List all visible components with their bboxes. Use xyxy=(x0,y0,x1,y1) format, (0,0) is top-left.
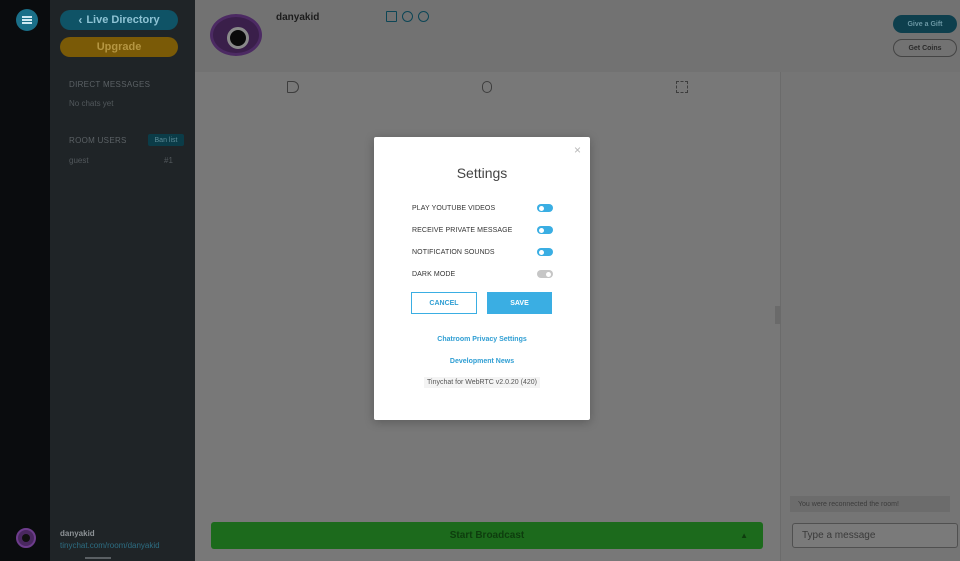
get-coins-button[interactable]: Get Coins xyxy=(893,39,957,57)
cancel-button[interactable]: CANCEL xyxy=(411,292,477,314)
message-input[interactable] xyxy=(792,523,958,548)
privacy-settings-link[interactable]: Chatroom Privacy Settings xyxy=(374,336,590,343)
chat-collapse-handle[interactable] xyxy=(775,306,781,324)
no-chats-text: No chats yet xyxy=(69,99,114,108)
live-directory-label: Live Directory xyxy=(86,14,160,26)
settings-modal: × Settings PLAY YOUTUBE VIDEOS RECEIVE P… xyxy=(374,137,590,420)
info-icon[interactable] xyxy=(418,11,429,22)
top-bar: danyakid Give a Gift Get Coins xyxy=(195,0,960,72)
current-username: danyakid xyxy=(60,529,95,538)
chevron-left-icon: ‹ xyxy=(78,13,83,27)
sidebar-scrollbar[interactable] xyxy=(85,557,111,559)
option-notification-sounds: NOTIFICATION SOUNDS xyxy=(412,245,553,259)
modal-title: Settings xyxy=(456,165,508,181)
close-icon[interactable]: × xyxy=(574,143,581,157)
give-gift-button[interactable]: Give a Gift xyxy=(893,15,957,33)
speaker-icon[interactable] xyxy=(287,81,299,93)
ban-list-button[interactable]: Ban list xyxy=(148,134,184,146)
caret-up-icon[interactable]: ▲ xyxy=(740,531,748,540)
option-dark-mode: DARK MODE xyxy=(412,267,553,281)
left-rail xyxy=(0,0,50,561)
guest-label[interactable]: guest xyxy=(69,156,89,165)
start-broadcast-button[interactable]: Start Broadcast ▲ xyxy=(211,522,763,549)
option-label: NOTIFICATION SOUNDS xyxy=(412,248,495,256)
guest-count: #1 xyxy=(164,156,173,165)
option-label: RECEIVE PRIVATE MESSAGE xyxy=(412,226,513,234)
start-broadcast-label: Start Broadcast xyxy=(449,530,525,541)
fullscreen-icon[interactable] xyxy=(676,81,688,93)
chat-panel: You were reconnected the room! xyxy=(775,72,960,561)
menu-icon[interactable] xyxy=(16,9,38,31)
option-label: PLAY YOUTUBE VIDEOS xyxy=(412,204,496,212)
room-link[interactable]: tinychat.com/room/danyakid xyxy=(60,541,160,550)
youtube-toggle[interactable] xyxy=(537,204,553,212)
sidebar: ‹ Live Directory Upgrade DIRECT MESSAGES… xyxy=(50,0,195,561)
private-message-toggle[interactable] xyxy=(537,226,553,234)
notification-sounds-toggle[interactable] xyxy=(537,248,553,256)
option-label: DARK MODE xyxy=(412,270,456,278)
chat-notice: You were reconnected the room! xyxy=(790,496,950,512)
version-label: Tinychat for WebRTC v2.0.20 (420) xyxy=(424,377,540,388)
option-private-message: RECEIVE PRIVATE MESSAGE xyxy=(412,223,553,237)
user-avatar[interactable] xyxy=(16,528,36,548)
save-button[interactable]: SAVE xyxy=(487,292,552,314)
direct-messages-heading: DIRECT MESSAGES xyxy=(69,80,151,89)
live-directory-button[interactable]: ‹ Live Directory xyxy=(60,10,178,30)
share-icon[interactable] xyxy=(386,11,397,22)
broadcaster-name: danyakid xyxy=(276,12,320,23)
room-users-heading: ROOM USERS xyxy=(69,136,127,145)
development-news-link[interactable]: Development News xyxy=(374,358,590,365)
gear-icon[interactable] xyxy=(402,11,413,22)
upgrade-button[interactable]: Upgrade xyxy=(60,37,178,57)
version-text: Tinychat for WebRTC v2.0.20 (420) xyxy=(374,377,590,388)
microphone-icon[interactable] xyxy=(482,81,492,93)
dark-mode-toggle[interactable] xyxy=(537,270,553,278)
option-play-youtube: PLAY YOUTUBE VIDEOS xyxy=(412,201,553,215)
broadcaster-avatar[interactable] xyxy=(210,14,262,56)
